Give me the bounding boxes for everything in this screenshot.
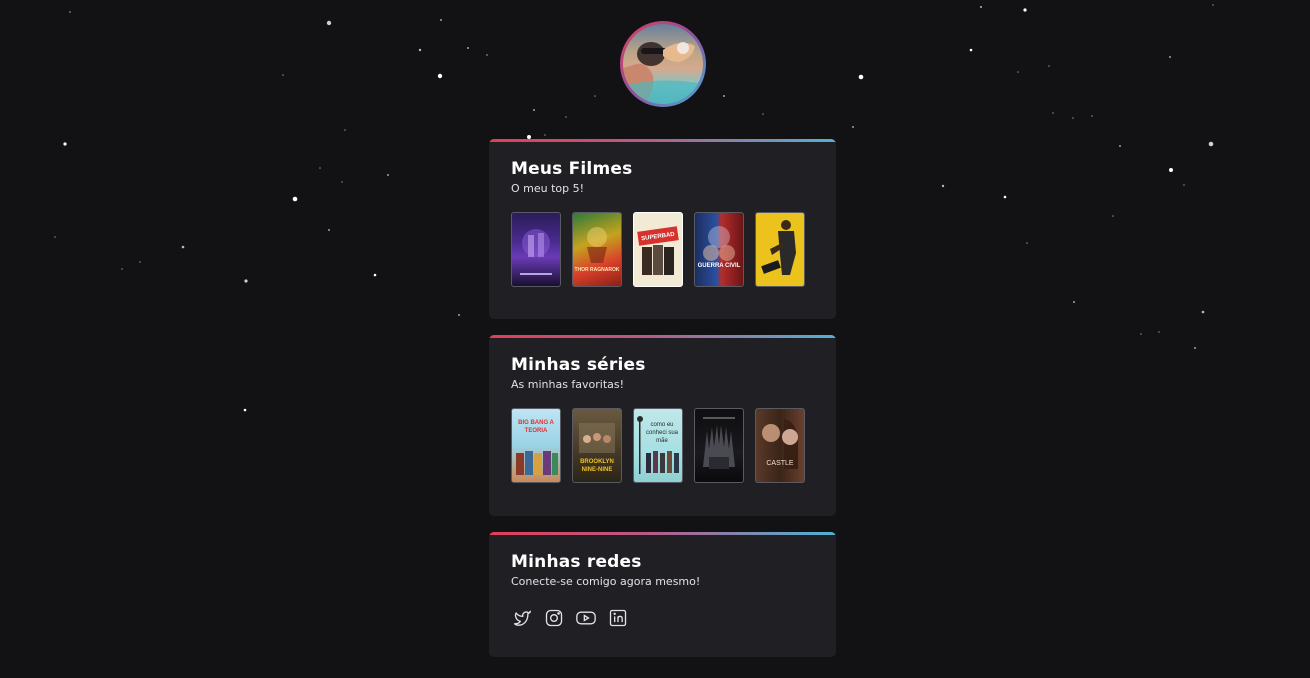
movies-poster-list: THOR RAGNAROK SUPERBAD GUERRA CIVIL [511, 212, 814, 287]
series-title: Minhas séries [511, 355, 646, 375]
series-subtitle: As minhas favoritas! [511, 378, 625, 391]
movies-card: Meus Filmes O meu top 5! THOR RAGNAROK S… [489, 139, 836, 319]
poster-how-i-met-your-mother[interactable]: como eu conheci sua mãe [633, 408, 683, 483]
poster-caption: CASTLE [766, 460, 794, 467]
instagram-icon[interactable] [543, 607, 565, 629]
twitter-icon[interactable] [511, 607, 533, 629]
linkedin-icon[interactable] [607, 607, 629, 629]
series-poster-list: BIG BANG A TEORIA BROOKLYN NINE-NINE com… [511, 408, 814, 483]
poster-game-of-thrones[interactable] [694, 408, 744, 483]
poster-big-bang-theory[interactable]: BIG BANG A TEORIA [511, 408, 561, 483]
social-card: Minhas redes Conecte-se comigo agora mes… [489, 532, 836, 657]
social-links [511, 607, 814, 629]
poster-superbad[interactable]: SUPERBAD [633, 212, 683, 287]
movies-title: Meus Filmes [511, 159, 633, 179]
series-card: Minhas séries As minhas favoritas! BIG B… [489, 335, 836, 516]
poster-caption: BROOKLYN NINE-NINE [580, 459, 614, 473]
poster-yellow-poster-movie[interactable] [755, 212, 805, 287]
poster-caption: BIG BANG A TEORIA [518, 420, 554, 434]
youtube-icon[interactable] [575, 607, 597, 629]
profile-avatar [620, 21, 706, 107]
poster-caption: GUERRA CIVIL [697, 263, 741, 269]
poster-caption: THOR RAGNAROK [574, 267, 620, 273]
poster-thor-ragnarok[interactable]: THOR RAGNAROK [572, 212, 622, 287]
poster-brooklyn-nine-nine[interactable]: BROOKLYN NINE-NINE [572, 408, 622, 483]
profile-photo [623, 24, 703, 104]
social-subtitle: Conecte-se comigo agora mesmo! [511, 575, 701, 588]
poster-caption: como eu conheci sua mãe [645, 422, 679, 444]
poster-avengers-endgame[interactable] [511, 212, 561, 287]
poster-castle[interactable]: CASTLE [755, 408, 805, 483]
movies-subtitle: O meu top 5! [511, 182, 585, 195]
social-title: Minhas redes [511, 552, 642, 572]
poster-captain-america-civil-war[interactable]: GUERRA CIVIL [694, 212, 744, 287]
